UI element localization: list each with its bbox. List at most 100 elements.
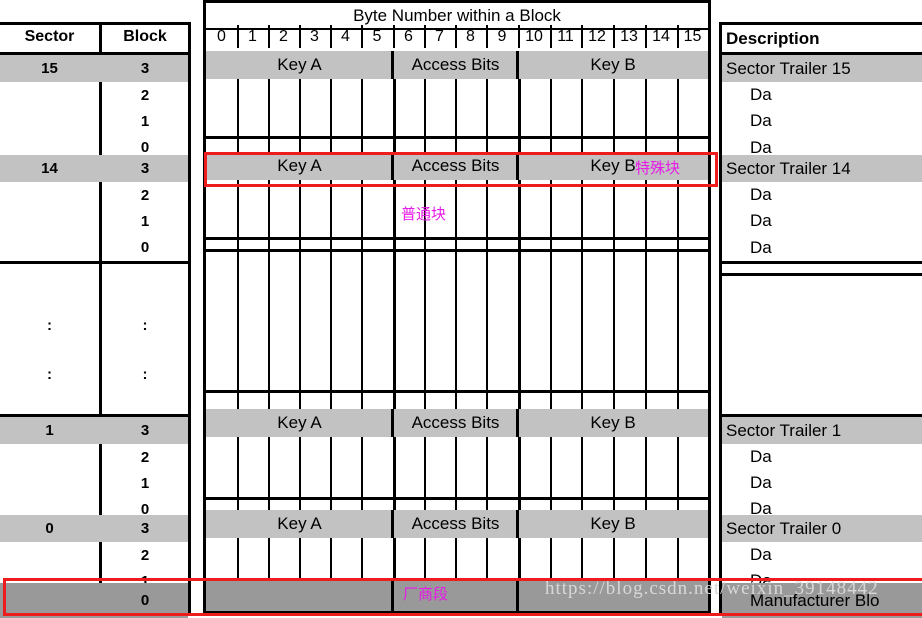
block-value: 1	[140, 212, 150, 230]
description-text: Da	[750, 237, 772, 257]
byte-number-0: 0	[206, 25, 239, 48]
segment-divider	[391, 580, 394, 615]
block-value: 3	[140, 62, 150, 75]
byte-number-14: 14	[645, 25, 679, 48]
description-sector-trailer: Sector Trailer 1	[722, 417, 922, 444]
sector-value: 15	[41, 60, 58, 77]
description-group-divider	[722, 261, 922, 264]
table-row: 2	[0, 444, 188, 470]
sector-trailer-row: Key A Access Bits Key B	[206, 51, 708, 79]
description-data-row: Da	[722, 182, 922, 208]
description-text: Da	[750, 211, 772, 230]
description-text: Da	[750, 473, 772, 492]
description-group-divider	[722, 273, 922, 276]
description-text: Sector Trailer 1	[726, 420, 842, 440]
sector-trailer-row: Key A Access Bits Key B	[206, 409, 708, 437]
block-value: 0	[140, 592, 150, 609]
byte-number-5: 5	[361, 25, 395, 48]
sector-value: 1	[45, 422, 54, 439]
byte-number-9: 9	[486, 25, 520, 48]
block-value: 2	[140, 86, 150, 104]
key-b-segment: Key B	[590, 413, 636, 432]
description-data-row: Da	[722, 82, 922, 108]
access-bits-segment: Access Bits	[411, 55, 500, 74]
access-bits-segment: Access Bits	[411, 156, 500, 175]
byte-number-table: Byte Number within a Block 0 1 2 3 4 5 6…	[203, 0, 711, 615]
byte-number-13: 13	[613, 25, 647, 48]
byte-number-10: 10	[518, 25, 552, 48]
byte-number-7: 7	[424, 25, 457, 48]
table-row-ellipsis: : : : : : :	[0, 273, 188, 432]
block-value: 2	[140, 186, 150, 204]
table-row: 1	[0, 108, 188, 134]
description-sector-trailer: Sector Trailer 14	[722, 155, 922, 182]
sector-value: 0	[45, 520, 54, 537]
table-row: 14 3	[0, 155, 188, 182]
table-row: 2	[0, 82, 188, 108]
description-data-row: Da	[722, 470, 922, 496]
block-value: 2	[140, 546, 150, 564]
header-block: Block	[123, 28, 167, 45]
annotation-normal-block: 普通块	[401, 205, 447, 223]
description-data-row: Da	[722, 234, 922, 261]
key-a-segment: Key A	[277, 413, 322, 432]
byte-table-body: Key A Access Bits Key B Key A Access Bit…	[206, 51, 708, 615]
block-value: 0	[140, 239, 150, 256]
table-row-manufacturer: 0	[0, 583, 188, 618]
description-data-row: Da	[722, 108, 922, 134]
annotation-manufacturer-segment: 厂商段	[403, 585, 449, 603]
byte-number-4: 4	[330, 25, 363, 48]
access-bits-segment: Access Bits	[411, 514, 500, 533]
sector-group-divider	[206, 249, 708, 252]
table-row: 1 3	[0, 417, 188, 444]
block-value: 1	[140, 112, 150, 130]
description-text: Sector Trailer 14	[726, 158, 851, 178]
sector-group-divider	[206, 237, 708, 240]
sector-group-divider	[206, 136, 708, 139]
watermark: https://blog.csdn.net/weixin_39148442	[545, 578, 879, 599]
key-a-segment: Key A	[277, 55, 322, 74]
description-text: Da	[750, 111, 772, 130]
description-text: Da	[750, 545, 772, 564]
byte-number-header-row: 0 1 2 3 4 5 6 7 8 9 10 11 12 13 14 15	[206, 25, 708, 54]
mifare-sector-layout-diagram: Sector Block 15 3 2 1 0 14 3 2 1 0:::…	[0, 0, 922, 618]
byte-number-1: 1	[237, 25, 270, 48]
block-value: 3	[140, 424, 150, 437]
header-description: Description	[722, 25, 922, 55]
table-row: 0	[0, 234, 188, 261]
description-data-row: Da	[722, 208, 922, 234]
block-value: 3	[140, 162, 150, 175]
table-row: 2	[0, 182, 188, 208]
byte-number-12: 12	[581, 25, 615, 48]
byte-number-6: 6	[393, 25, 426, 48]
block-value: 3	[140, 522, 150, 535]
bottom-rule	[206, 611, 708, 614]
table-row: 0 3	[0, 515, 188, 542]
sector-group-divider	[0, 261, 188, 264]
key-a-segment: Key A	[277, 156, 322, 175]
header-sector: Sector	[24, 28, 75, 45]
description-text: Da	[750, 447, 772, 466]
sector-block-table: Sector Block 15 3 2 1 0 14 3 2 1 0:::…	[0, 22, 191, 618]
description-text: Da	[750, 85, 772, 104]
block-value: 2	[140, 448, 150, 466]
sector-group-divider	[206, 390, 708, 393]
block-value: 1	[140, 474, 150, 492]
description-text: Sector Trailer 15	[726, 58, 851, 78]
description-sector-trailer: Sector Trailer 15	[722, 55, 922, 82]
sector-group-divider	[206, 497, 708, 500]
byte-number-8: 8	[455, 25, 488, 48]
key-b-segment: Key B	[590, 55, 636, 74]
sector-value: 14	[41, 160, 58, 177]
key-a-segment: Key A	[277, 514, 322, 533]
table-row: 1	[0, 470, 188, 496]
description-sector-trailer: Sector Trailer 0	[722, 515, 922, 542]
byte-number-2: 2	[268, 25, 301, 48]
table-row: 2	[0, 542, 188, 568]
sector-block-header-row: Sector Block	[0, 25, 188, 55]
key-b-segment: Key B	[590, 514, 636, 533]
description-data-row: Da	[722, 542, 922, 568]
description-table: Description Sector Trailer 15 Da Da Da S…	[719, 22, 922, 618]
table-row: 15 3	[0, 55, 188, 82]
byte-number-11: 11	[550, 25, 583, 48]
